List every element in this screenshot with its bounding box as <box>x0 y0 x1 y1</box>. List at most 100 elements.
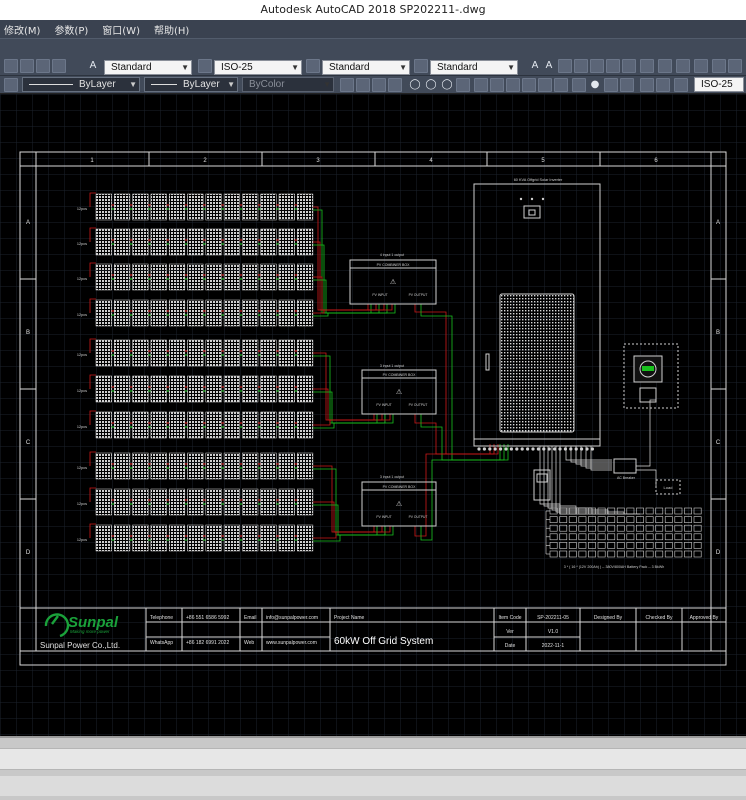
tolerance-icon[interactable] <box>554 78 568 92</box>
dim-break-icon[interactable] <box>538 78 552 92</box>
menu-parametric[interactable]: 参数(P) <box>54 22 88 37</box>
inspect-icon[interactable]: ● <box>588 78 602 92</box>
table-style-select[interactable]: Standard ▼ <box>322 60 410 75</box>
menu-window[interactable]: 窗口(W) <box>102 22 140 37</box>
pv-panel <box>114 263 131 291</box>
dim-update-icon[interactable] <box>656 78 670 92</box>
save-icon[interactable] <box>4 59 18 73</box>
text-icon[interactable]: A <box>528 59 542 73</box>
dim-space-icon[interactable] <box>522 78 536 92</box>
menu-modify[interactable]: 修改(M) <box>4 22 40 37</box>
terminal-point <box>504 447 508 451</box>
dim-style-icon[interactable] <box>198 59 212 73</box>
pv-panel <box>95 452 112 480</box>
ver-label: Ver <box>506 629 514 635</box>
dim-text-edit-icon[interactable] <box>640 78 654 92</box>
pv-panel <box>114 375 131 403</box>
pv-string-label: 12pcs <box>77 538 87 542</box>
pv-panel <box>223 299 240 327</box>
copy-icon[interactable] <box>36 59 50 73</box>
lineweight-select[interactable]: ByLayer ▼ <box>144 77 238 92</box>
mleader-style-select[interactable]: Standard ▼ <box>430 60 518 75</box>
pv-panel <box>260 339 277 367</box>
pv-panel <box>260 488 277 516</box>
terminal-point <box>558 447 562 451</box>
table-style-icon[interactable] <box>306 59 320 73</box>
checked-by-label: Checked By <box>646 615 673 621</box>
leader-icon[interactable] <box>694 59 708 73</box>
pv-panel <box>187 193 204 221</box>
command-area <box>0 736 746 800</box>
pv-string-label: 12pcs <box>77 502 87 506</box>
web-label: Web <box>244 640 254 646</box>
terminal-point <box>526 447 530 451</box>
dim-diameter-icon[interactable]: ◯ <box>440 78 454 92</box>
dim-arc-icon[interactable] <box>372 78 386 92</box>
dim-continue-icon[interactable] <box>506 78 520 92</box>
text-frame-icon[interactable] <box>640 59 654 73</box>
pv-panel <box>223 488 240 516</box>
pv-panel <box>260 375 277 403</box>
spell-icon[interactable] <box>590 59 604 73</box>
company-name: Sunpal Power Co.,Ltd. <box>40 641 120 650</box>
pv-panel <box>95 375 112 403</box>
color-select[interactable]: ByColor ▼ <box>242 77 334 92</box>
dim-edit-icon[interactable] <box>620 78 634 92</box>
find-icon[interactable] <box>574 59 588 73</box>
drawing-canvas[interactable]: 1 2 3 4 5 6 A B C D A B C D 12pcs 12pcs 12… <box>0 94 746 736</box>
autocad-window: Autodesk AutoCAD 2018 SP202211-.dwg 修改(M… <box>0 0 746 800</box>
layer-icon[interactable] <box>4 78 18 92</box>
convert-icon[interactable] <box>658 59 672 73</box>
pv-panel <box>187 299 204 327</box>
edit-text-icon[interactable] <box>558 59 572 73</box>
paste-icon[interactable] <box>52 59 66 73</box>
dim-aligned-icon[interactable] <box>356 78 370 92</box>
field-icon[interactable] <box>676 59 690 73</box>
quick-dim-icon[interactable] <box>474 78 488 92</box>
dim-linear-icon[interactable] <box>340 78 354 92</box>
dim-angular-icon[interactable] <box>456 78 470 92</box>
dim-style-select-right[interactable]: ISO-25 <box>694 77 744 92</box>
pv-panel <box>168 299 186 327</box>
linetype-select[interactable]: ByLayer ▼ <box>22 77 140 92</box>
project-name: 60kW Off Grid System <box>334 636 433 647</box>
pv-panel <box>205 452 222 480</box>
scale-text-icon[interactable] <box>606 59 620 73</box>
pv-panel <box>168 375 186 403</box>
pv-panel <box>297 375 314 403</box>
mleader-style-icon[interactable] <box>414 59 428 73</box>
terminal-point <box>499 447 503 451</box>
center-mark-icon[interactable] <box>572 78 586 92</box>
text-style-icon[interactable]: A <box>86 59 100 73</box>
dim-override-icon[interactable] <box>674 78 688 92</box>
pv-panel <box>95 193 112 221</box>
jogged-linear-icon[interactable] <box>604 78 618 92</box>
pv-panel <box>150 488 167 516</box>
pv-string-label: 12pcs <box>77 425 87 429</box>
pv-panel <box>168 524 186 552</box>
dim-radius-icon[interactable]: ◯ <box>408 78 422 92</box>
terminal-point <box>547 447 551 451</box>
pv-panel <box>297 452 314 480</box>
dim-style-select[interactable]: ISO-25 ▼ <box>214 60 302 75</box>
pv-panel <box>242 228 259 256</box>
dim-baseline-icon[interactable] <box>490 78 504 92</box>
menu-help[interactable]: 帮助(H) <box>154 22 189 37</box>
collect-icon[interactable] <box>728 59 742 73</box>
text-style-select[interactable]: Standard ▼ <box>104 60 192 75</box>
menu-bar: 修改(M) 参数(P) 窗口(W) 帮助(H) <box>0 20 746 38</box>
pv-panel <box>223 228 240 256</box>
align-icon[interactable] <box>712 59 726 73</box>
mtext-icon[interactable]: A <box>542 59 556 73</box>
justify-icon[interactable] <box>622 59 636 73</box>
dim-jogged-icon[interactable]: ◯ <box>424 78 438 92</box>
command-line[interactable] <box>0 748 746 770</box>
pv-panel <box>205 488 222 516</box>
email-label: Email <box>244 615 257 621</box>
pv-string-label: 12pcs <box>77 466 87 470</box>
dim-ordinate-icon[interactable] <box>388 78 402 92</box>
row-label-b-left: B <box>26 330 30 336</box>
print-icon[interactable] <box>20 59 34 73</box>
pv-panel <box>95 299 112 327</box>
pv-panel <box>168 488 186 516</box>
